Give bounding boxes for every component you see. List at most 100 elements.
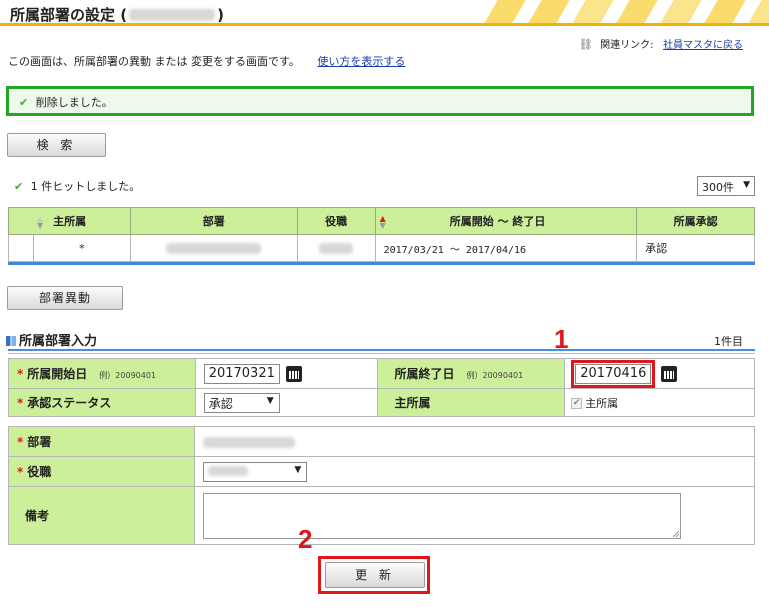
required-mark: *: [17, 465, 24, 479]
required-mark: *: [17, 396, 24, 410]
section-bullet-icon: [6, 336, 16, 346]
cell-primary: *: [32, 234, 131, 262]
end-date-example: 例）20090401: [466, 371, 524, 380]
form-table-details: * 部署 * 役職 ▼ 備考: [7, 426, 755, 545]
start-date-label: 所属開始日: [27, 367, 88, 381]
notes-cell: [194, 486, 755, 545]
form-row-dept: * 部署: [7, 426, 755, 457]
section-title-text: 所属部署入力: [19, 334, 98, 349]
calendar-icon[interactable]: [285, 365, 302, 382]
approval-status-select[interactable]: 承認 ▼: [203, 392, 280, 413]
redacted-position: [319, 243, 354, 254]
position-select[interactable]: ▼: [203, 461, 308, 482]
results-table-bottom-line: [8, 262, 755, 265]
chevron-down-icon: ▼: [743, 180, 750, 190]
record-count: 1件目: [714, 335, 743, 348]
sort-icon[interactable]: ▲ ▼: [380, 215, 386, 230]
page-title-suffix: ): [217, 6, 224, 24]
cell-approval: 承認: [636, 234, 755, 262]
dept-label-cell: * 部署: [7, 426, 196, 457]
end-date-label: 所属終了日: [394, 367, 455, 381]
form-row-notes: 備考: [7, 486, 755, 545]
required-mark: *: [17, 367, 24, 381]
form-row-approval: * 承認ステータス 承認 ▼ 主所属 ✔ 主所属: [8, 388, 755, 417]
results-table: ▲ ▼ 主所属 部署 役職 ▲ ▼ 所属開始 ～ 終了日 所属承認 * 2017/03/…: [8, 207, 755, 262]
end-date-cell: 20170416: [564, 358, 755, 389]
dept-cell: [194, 426, 755, 457]
page-title: 所属部署の設定 (): [10, 4, 224, 25]
department-transfer-button[interactable]: 部署異動: [7, 286, 123, 310]
approval-label: 承認ステータス: [27, 396, 112, 410]
annotation-2: 2: [298, 524, 313, 554]
cell-position: [296, 234, 376, 262]
notes-label: 備考: [25, 509, 50, 523]
approval-status-value: 承認: [208, 396, 233, 411]
notes-label-cell: 備考: [7, 486, 196, 545]
start-date-cell: 20170321: [194, 358, 379, 389]
column-header-approval: 所属承認: [636, 207, 755, 235]
page-title-prefix: 所属部署の設定 (: [10, 6, 128, 24]
header-decoration: [469, 0, 769, 23]
position-label-cell: * 役職: [7, 456, 196, 487]
success-message: ✔ 削除しました。: [6, 86, 754, 116]
check-icon: ✔: [19, 96, 29, 109]
highlight-box-end-date: 20170416: [571, 359, 656, 388]
start-date-label-cell: * 所属開始日 例）20090401: [8, 358, 196, 389]
form-row-dates: * 所属開始日 例）20090401 20170321 所属終了日 例）2009040…: [8, 358, 755, 389]
hit-count-text: 1 件ヒットしました。: [30, 180, 141, 193]
redacted-dept-value: [203, 436, 296, 448]
column-header-primary-label: 主所属: [53, 215, 87, 228]
primary-cell: ✔ 主所属: [564, 388, 755, 417]
form-table-dates: * 所属開始日 例）20090401 20170321 所属終了日 例）2009040…: [8, 358, 755, 417]
table-row[interactable]: * 2017/03/21 ～ 2017/04/16 承認: [8, 234, 755, 262]
start-date-example: 例）20090401: [99, 371, 157, 380]
success-message-text: 削除しました。: [35, 96, 113, 109]
chevron-down-icon: ▼: [294, 464, 302, 475]
redacted-employee-name: [129, 8, 216, 21]
start-date-input[interactable]: 20170321: [203, 363, 280, 384]
notes-textarea[interactable]: [203, 492, 682, 539]
chain-link-icon: ⛓: [578, 38, 593, 51]
end-date-input[interactable]: 20170416: [575, 363, 652, 384]
description-text: この画面は、所属部署の異動 または 変更をする画面です。: [8, 55, 300, 68]
search-button[interactable]: 検 索: [7, 133, 106, 157]
section-title: 所属部署入力: [6, 330, 97, 349]
hit-count: ✔ 1 件ヒットしました。: [14, 178, 140, 194]
per-page-value: 300件: [702, 181, 734, 194]
end-date-label-cell: 所属終了日 例）20090401: [377, 358, 566, 389]
column-header-period-label: 所属開始 ～ 終了日: [449, 215, 546, 228]
per-page-select[interactable]: 300件 ▼: [697, 176, 755, 196]
dept-label: 部署: [27, 435, 52, 449]
redacted-dept: [166, 243, 262, 254]
column-header-position: 役職: [296, 207, 376, 235]
related-links-label: 関連リンク:: [600, 40, 654, 51]
sort-icon[interactable]: ▲ ▼: [37, 215, 43, 230]
position-label: 役職: [27, 465, 52, 479]
cell-period: 2017/03/21 ～ 2017/04/16: [374, 234, 638, 262]
column-header-dept: 部署: [129, 207, 298, 235]
calendar-icon[interactable]: [661, 365, 678, 382]
column-header-primary[interactable]: ▲ ▼ 主所属: [8, 207, 131, 235]
show-help-link[interactable]: 使い方を表示する: [317, 55, 405, 68]
primary-label: 主所属: [394, 396, 431, 410]
related-links: ⛓ 関連リンク: 社員マスタに戻る: [579, 36, 743, 51]
annotation-1: 1: [554, 324, 569, 354]
chevron-down-icon: ▼: [266, 395, 274, 406]
back-to-employee-master-link[interactable]: 社員マスタに戻る: [663, 40, 743, 51]
section-divider: [8, 349, 755, 354]
primary-checkbox-label: 主所属: [585, 396, 619, 410]
row-select-cell: [8, 234, 34, 262]
approval-cell: 承認 ▼: [194, 388, 379, 417]
header-underline: [0, 23, 769, 26]
page-description: この画面は、所属部署の異動 または 変更をする画面です。 使い方を表示する: [8, 53, 405, 69]
approval-label-cell: * 承認ステータス: [8, 388, 196, 417]
update-button[interactable]: 更 新: [325, 562, 425, 588]
column-header-period[interactable]: ▲ ▼ 所属開始 ～ 終了日: [374, 207, 638, 235]
check-icon: ✔: [14, 180, 24, 193]
redacted-position-value: [208, 466, 249, 476]
primary-checkbox[interactable]: ✔: [571, 398, 583, 409]
position-cell: ▼: [194, 456, 755, 487]
required-mark: *: [17, 435, 24, 449]
primary-label-cell: 主所属: [377, 388, 566, 417]
results-header-row: ▲ ▼ 主所属 部署 役職 ▲ ▼ 所属開始 ～ 終了日 所属承認: [8, 207, 755, 235]
